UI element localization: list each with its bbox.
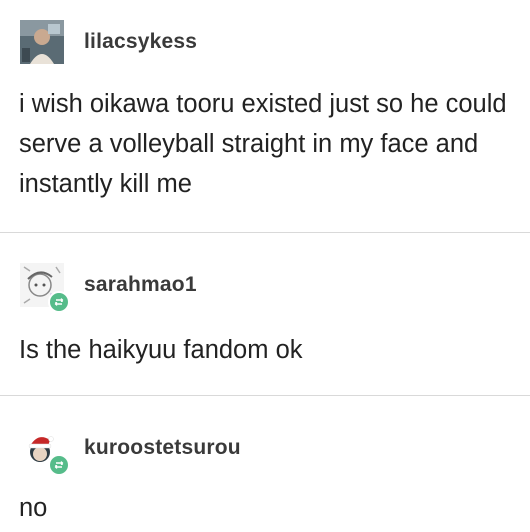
- post-text: no: [19, 494, 48, 522]
- post-header: sarahmao1: [20, 263, 197, 313]
- username[interactable]: sarahmao1: [84, 273, 197, 297]
- avatar[interactable]: [20, 426, 70, 476]
- avatar[interactable]: [20, 20, 64, 64]
- avatar[interactable]: [20, 263, 70, 313]
- post-3: kuroostetsurou no: [0, 396, 530, 532]
- post-2: sarahmao1 Is the haikyuu fandom ok: [0, 233, 530, 395]
- post-text: i wish oikawa tooru existed just so he c…: [19, 90, 507, 198]
- username[interactable]: kuroostetsurou: [84, 436, 241, 460]
- reblog-icon: [48, 291, 70, 313]
- post-header: lilacsykess: [20, 20, 197, 64]
- reblog-icon: [48, 454, 70, 476]
- username[interactable]: lilacsykess: [84, 30, 197, 54]
- user-photo-avatar-icon: [20, 20, 64, 64]
- post-text: Is the haikyuu fandom ok: [19, 336, 303, 364]
- post-header: kuroostetsurou: [20, 426, 241, 476]
- post-1: lilacsykess i wish oikawa tooru existed …: [0, 0, 530, 232]
